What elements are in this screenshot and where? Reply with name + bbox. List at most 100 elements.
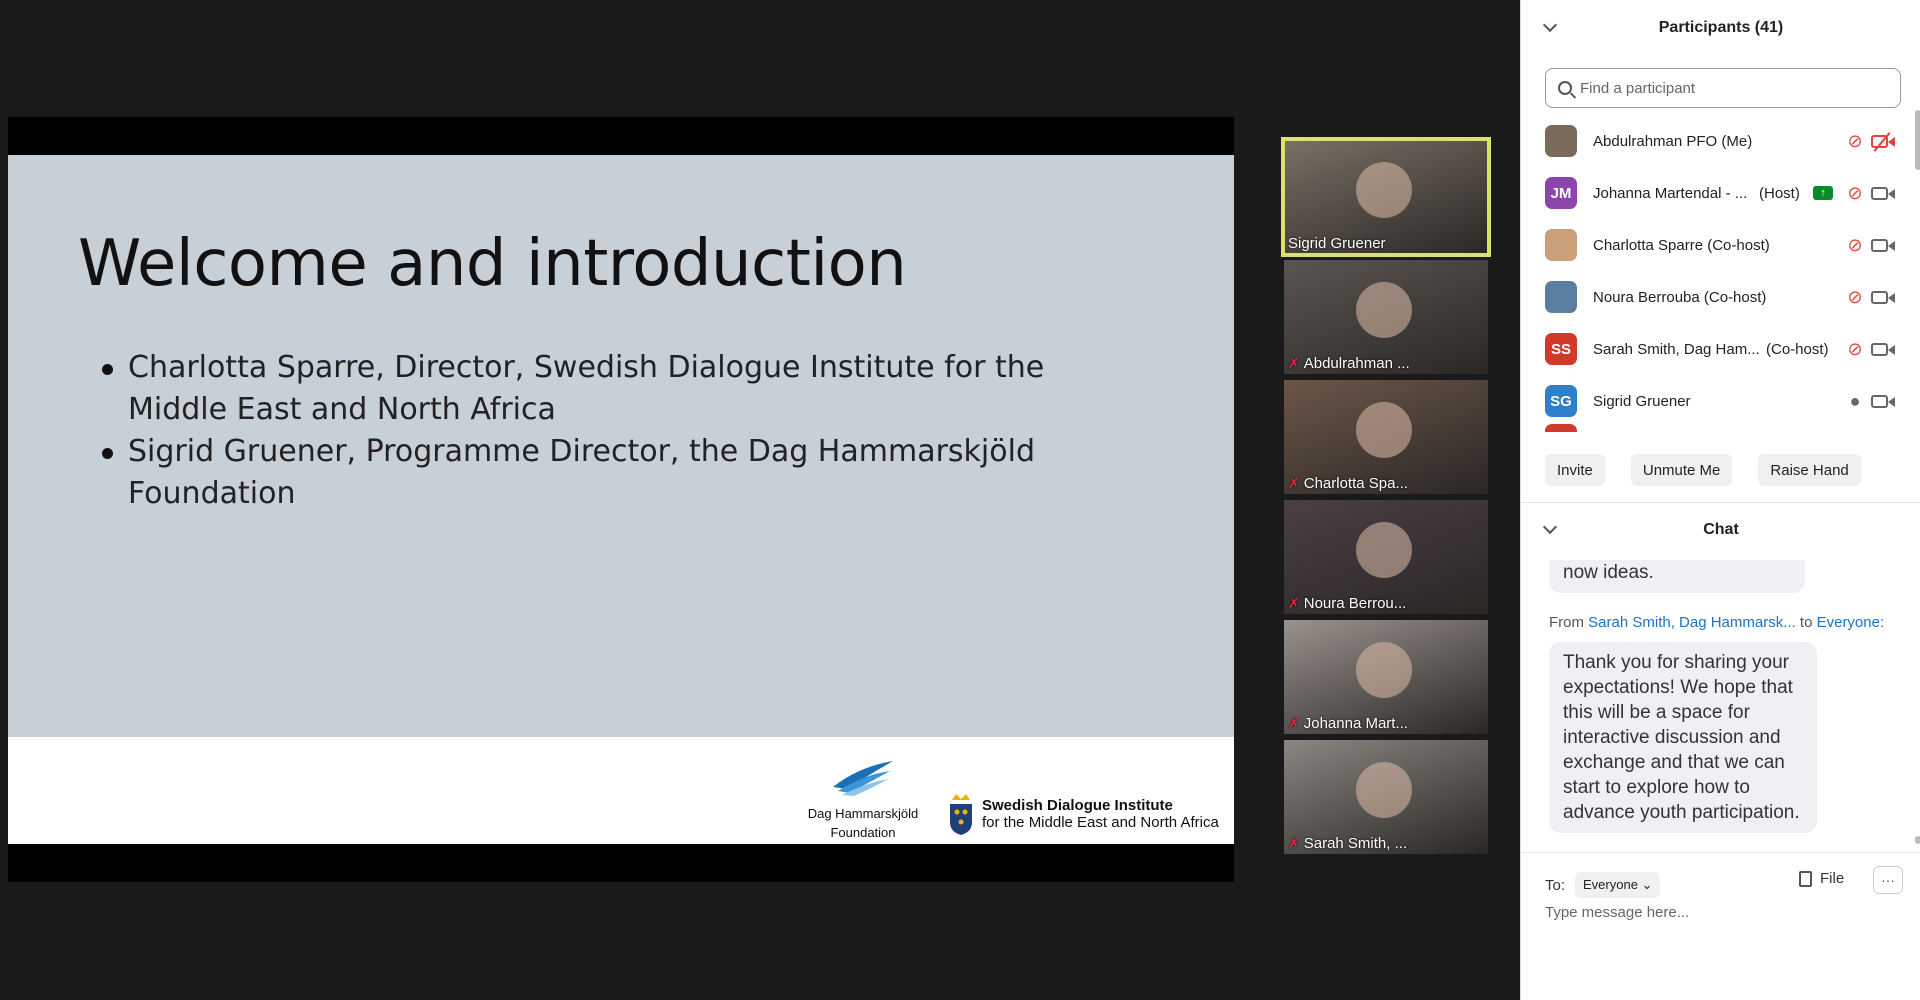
- person-silhouette-icon: [1356, 642, 1412, 698]
- from-label: From: [1549, 614, 1584, 631]
- camera-icon[interactable]: [1871, 186, 1897, 202]
- mic-muted-icon[interactable]: ⊘: [1845, 130, 1865, 152]
- chat-message-input[interactable]: [1545, 904, 1901, 921]
- chat-message-bubble: now ideas.: [1549, 560, 1805, 593]
- mic-muted-icon[interactable]: ⊘: [1845, 338, 1865, 360]
- file-label: File: [1820, 870, 1845, 887]
- mic-muted-icon[interactable]: ⊘: [1845, 234, 1865, 256]
- participant-name: Noura Berrouba (Co-host): [1593, 288, 1767, 306]
- participant-row[interactable]: JM Johanna Martendal - ... (Host) ↑ ⊘: [1521, 168, 1913, 218]
- chat-recipient-row: To: Everyone ⌄: [1545, 872, 1661, 898]
- file-button[interactable]: File: [1799, 870, 1844, 887]
- raise-hand-button[interactable]: Raise Hand: [1758, 454, 1861, 486]
- camera-off-icon[interactable]: [1871, 134, 1897, 150]
- video-tile-name: ✗ Abdulrahman ...: [1288, 355, 1410, 372]
- recipient-dropdown-value: Everyone: [1583, 877, 1638, 892]
- sender-link[interactable]: Sarah Smith, Dag Hammarsk...: [1588, 614, 1796, 631]
- video-tile[interactable]: ✗ Abdulrahman ...: [1284, 260, 1488, 374]
- sdi-logo-line1: Swedish Dialogue Institute: [982, 797, 1173, 814]
- participant-row[interactable]: Abdulrahman PFO (Me) ⊘: [1521, 116, 1913, 166]
- video-tile-name: ✗ Charlotta Spa...: [1288, 475, 1408, 492]
- participant-actions: Invite Unmute Me Raise Hand: [1545, 454, 1861, 486]
- mic-muted-icon[interactable]: ⊘: [1845, 286, 1865, 308]
- video-tile[interactable]: ✗ Noura Berrou...: [1284, 500, 1488, 614]
- mic-muted-icon: ✗: [1288, 835, 1300, 851]
- avatar: [1545, 229, 1577, 261]
- mic-icon[interactable]: ●: [1845, 390, 1865, 412]
- person-silhouette-icon: [1356, 402, 1412, 458]
- search-icon: [1558, 81, 1572, 95]
- mic-muted-icon: ✗: [1288, 715, 1300, 731]
- video-tile-name-text: Sigrid Gruener: [1288, 235, 1386, 252]
- participant-search[interactable]: [1545, 68, 1901, 108]
- chevron-down-icon: ⌄: [1641, 877, 1653, 892]
- participant-list-scrollbar[interactable]: [1915, 110, 1920, 170]
- participant-name: Abdulrahman PFO (Me): [1593, 132, 1753, 150]
- avatar: SG: [1545, 385, 1577, 417]
- video-tile-name: ✗ Johanna Mart...: [1288, 715, 1408, 732]
- avatar: [1545, 424, 1577, 432]
- to-label: to: [1799, 614, 1813, 631]
- file-icon: [1799, 870, 1812, 887]
- video-tile[interactable]: ✗ Sarah Smith, ...: [1284, 740, 1488, 854]
- slide-bullet: Charlotta Sparre, Director, Swedish Dial…: [102, 347, 1088, 431]
- compose-to-label: To:: [1545, 876, 1566, 894]
- camera-icon[interactable]: [1871, 342, 1897, 358]
- person-silhouette-icon: [1356, 162, 1412, 218]
- collapse-chevron-icon[interactable]: [1542, 17, 1558, 33]
- avatar: [1545, 281, 1577, 313]
- video-tile-name-text: Sarah Smith, ...: [1303, 835, 1408, 852]
- invite-button[interactable]: Invite: [1545, 454, 1605, 486]
- wave-logo-icon: [833, 761, 893, 796]
- camera-icon[interactable]: [1871, 394, 1897, 410]
- participant-row[interactable]: SG Sigrid Gruener ●: [1521, 376, 1913, 426]
- person-silhouette-icon: [1356, 282, 1412, 338]
- panel-divider: [1521, 852, 1920, 853]
- participant-name: Charlotta Sparre (Co-host): [1593, 236, 1770, 254]
- video-tile-name-text: Abdulrahman ...: [1303, 355, 1410, 372]
- video-tile-name-text: Charlotta Spa...: [1303, 475, 1408, 492]
- recipient-link[interactable]: Everyone:: [1817, 614, 1885, 631]
- participants-title: Participants (41): [1658, 19, 1784, 36]
- participant-name: Johanna Martendal - ...: [1593, 184, 1748, 202]
- video-tile[interactable]: ✗ Charlotta Spa...: [1284, 380, 1488, 494]
- participants-header: Participants (41): [1521, 0, 1920, 56]
- participant-row[interactable]: Charlotta Sparre (Co-host) ⊘: [1521, 220, 1913, 270]
- video-tile[interactable]: Sigrid Gruener: [1281, 137, 1491, 257]
- chat-title: Chat: [1703, 521, 1739, 538]
- video-tile-name-text: Noura Berrou...: [1303, 595, 1407, 612]
- avatar: SS: [1545, 333, 1577, 365]
- mic-muted-icon[interactable]: ⊘: [1845, 182, 1865, 204]
- participant-row[interactable]: SS Sarah Smith, Dag Ham... (Co-host) ⊘: [1521, 324, 1913, 374]
- participant-search-input[interactable]: [1580, 79, 1880, 97]
- dh-logo-line1: Dag Hammarskjöld: [807, 806, 919, 821]
- camera-icon[interactable]: [1871, 290, 1897, 306]
- unmute-me-button[interactable]: Unmute Me: [1630, 454, 1733, 486]
- participant-row[interactable]: Noura Berrouba (Co-host) ⊘: [1521, 272, 1913, 322]
- recipient-dropdown[interactable]: Everyone ⌄: [1575, 872, 1661, 898]
- side-panel: Participants (41) Abdulrahman PFO (Me)⊘J…: [1520, 0, 1920, 1000]
- avatar: [1545, 125, 1577, 157]
- meeting-stage: Welcome and introduction Charlotta Sparr…: [0, 0, 1520, 1000]
- chat-message-bubble: Thank you for sharing your expectations!…: [1549, 642, 1817, 833]
- video-tile[interactable]: ✗ Johanna Mart...: [1284, 620, 1488, 734]
- participant-role: (Co-host): [1766, 340, 1829, 358]
- person-silhouette-icon: [1356, 762, 1412, 818]
- collapse-chevron-icon[interactable]: [1542, 519, 1558, 535]
- sdi-logo-line2: for the Middle East and North Africa: [982, 814, 1219, 831]
- chat-header: Chat: [1521, 502, 1920, 558]
- crown-shield-icon: [950, 794, 972, 835]
- slide-bullet-list: Charlotta Sparre, Director, Swedish Dial…: [102, 347, 1088, 515]
- chat-message-meta: From Sarah Smith, Dag Hammarsk... to Eve…: [1549, 614, 1884, 631]
- more-options-button[interactable]: ···: [1873, 866, 1903, 894]
- mic-muted-icon: ✗: [1288, 355, 1300, 371]
- mic-muted-icon: ✗: [1288, 595, 1300, 611]
- video-tile-name: ✗ Sarah Smith, ...: [1288, 835, 1407, 852]
- video-tile-name: Sigrid Gruener: [1288, 235, 1386, 252]
- chat-scrollbar[interactable]: [1915, 836, 1920, 844]
- person-silhouette-icon: [1356, 522, 1412, 578]
- swedish-dialogue-institute-logo: Swedish Dialogue Institute for the Middl…: [948, 789, 1219, 839]
- camera-icon[interactable]: [1871, 238, 1897, 254]
- slide-title: Welcome and introduction: [78, 227, 907, 301]
- shared-screen-slide: Welcome and introduction Charlotta Sparr…: [8, 117, 1234, 882]
